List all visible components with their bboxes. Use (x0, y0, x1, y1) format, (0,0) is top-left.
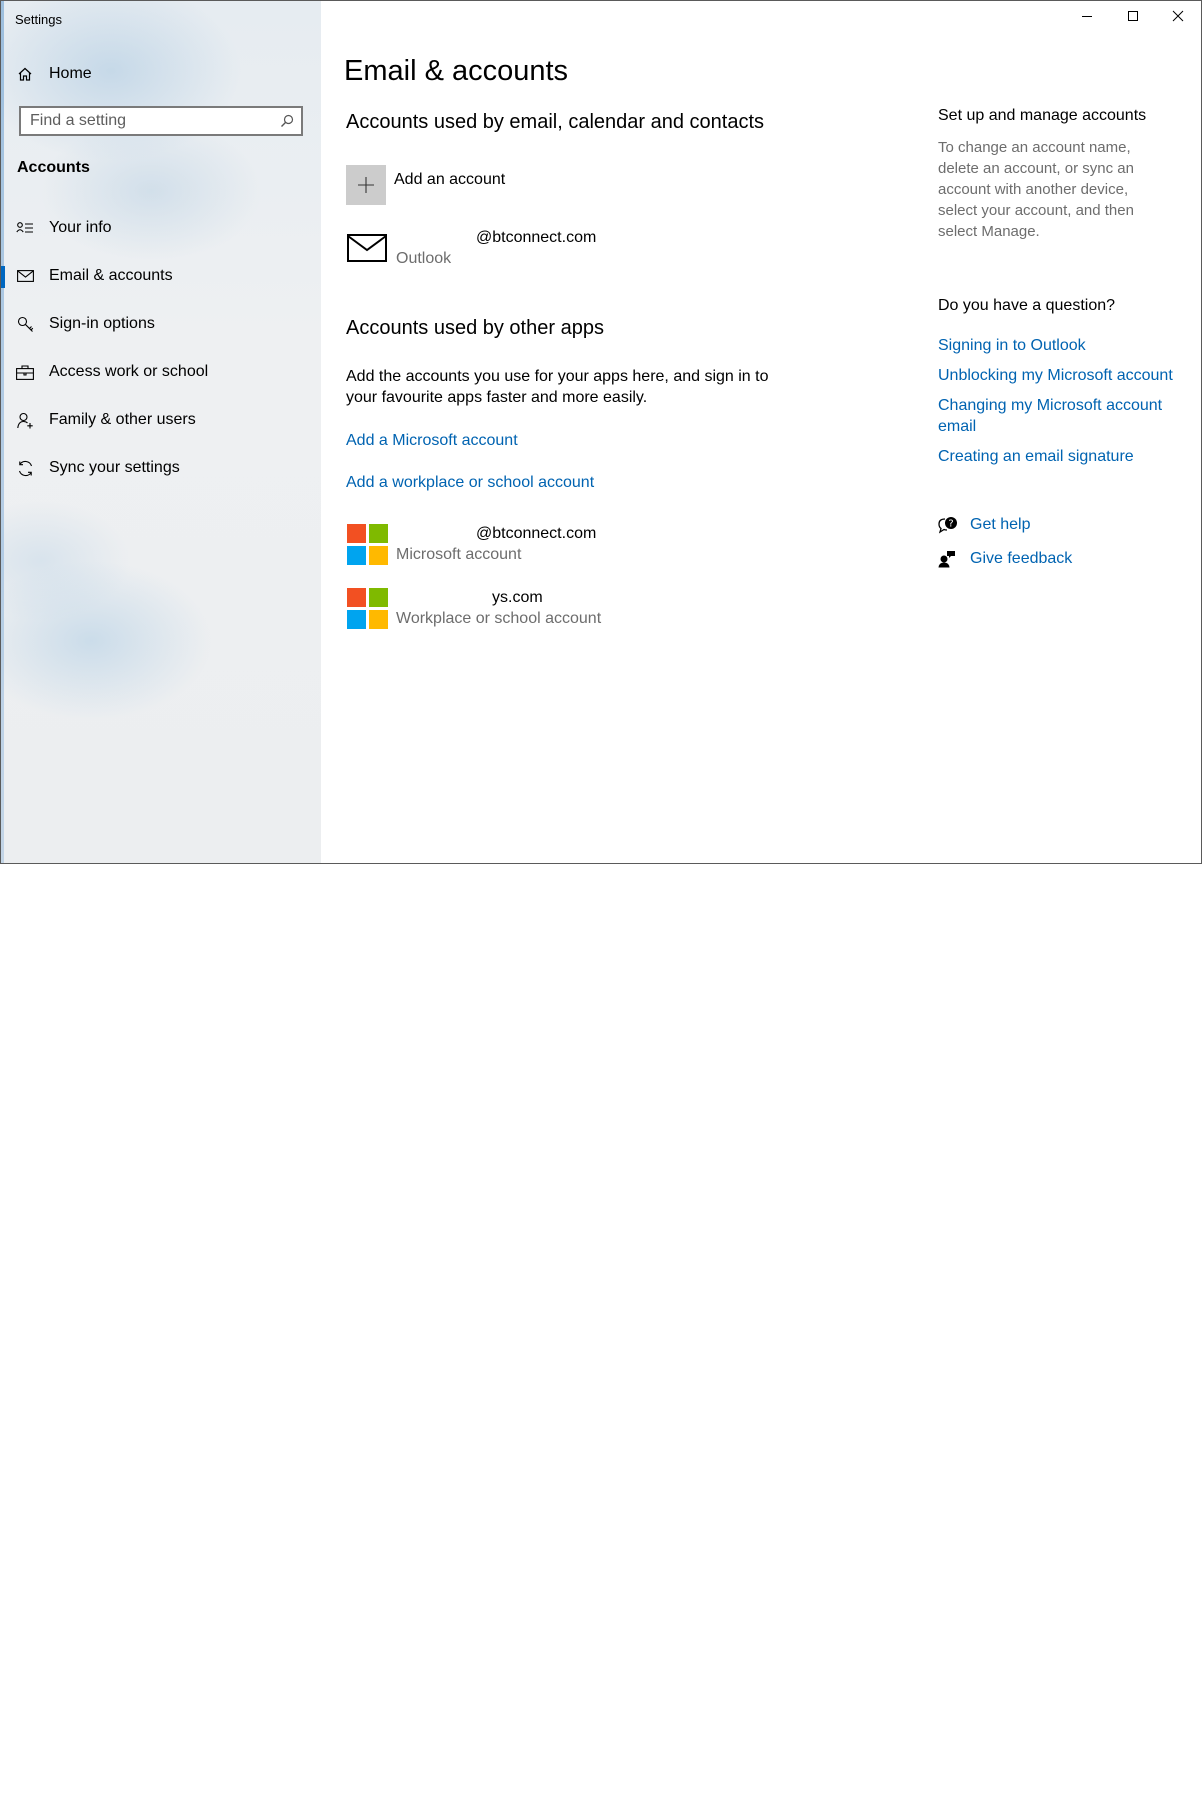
plus-icon (346, 165, 386, 205)
svg-text:?: ? (948, 519, 953, 530)
key-icon (1, 316, 49, 333)
sidebar-item-your-info[interactable]: Your info (1, 208, 321, 248)
page-title: Email & accounts (344, 55, 569, 87)
sidebar-item-email-accounts[interactable]: Email & accounts (1, 256, 321, 296)
manage-text: To change an account name, delete an acc… (938, 139, 1134, 240)
question-heading: Do you have a question? (938, 297, 1116, 314)
get-help-label: Get help (970, 516, 1031, 533)
sidebar-item-label: Sign-in options (49, 315, 155, 332)
chat-help-icon: ? (938, 516, 970, 534)
manage-heading: Set up and manage accounts (938, 107, 1147, 124)
nav-home[interactable]: Home (1, 54, 321, 94)
email-section-heading: Accounts used by email, calendar and con… (346, 111, 765, 133)
settings-window: Settings Home Accounts Your info Email (0, 0, 1202, 864)
account-email: ys.com (492, 589, 543, 606)
account-type: Workplace or school account (396, 610, 602, 627)
account-email: @btconnect.com (476, 229, 597, 246)
sidebar: Settings Home Accounts Your info Email (1, 1, 321, 863)
briefcase-icon (1, 364, 49, 380)
sidebar-item-access-work-school[interactable]: Access work or school (1, 352, 321, 392)
email-account-outlook[interactable]: @btconnect.com Outlook (346, 227, 596, 269)
give-feedback-label: Give feedback (970, 550, 1073, 567)
add-account-label: Add an account (394, 171, 506, 188)
sidebar-item-label: Email & accounts (49, 267, 173, 284)
account-type: Outlook (396, 250, 452, 267)
help-link-signing-in[interactable]: Signing in to Outlook (938, 335, 1188, 356)
feedback-icon (938, 550, 970, 568)
redacted-text (396, 231, 476, 245)
help-link-unblocking[interactable]: Unblocking my Microsoft account (938, 365, 1188, 386)
microsoft-account-row[interactable]: @btconnect.com Microsoft account (346, 523, 596, 565)
add-microsoft-account-link[interactable]: Add a Microsoft account (346, 432, 518, 450)
sidebar-item-sign-in-options[interactable]: Sign-in options (1, 304, 321, 344)
search-input[interactable] (21, 111, 273, 131)
account-email: @btconnect.com (476, 525, 597, 542)
apps-section-description: Add the accounts you use for your apps h… (346, 368, 769, 406)
microsoft-logo-icon (346, 587, 388, 629)
sidebar-item-label: Access work or school (49, 363, 209, 380)
home-icon (1, 66, 49, 82)
contact-info-icon (1, 221, 49, 235)
redacted-text (396, 591, 492, 605)
help-link-changing-email[interactable]: Changing my Microsoft account email (938, 395, 1178, 437)
add-workplace-account-link[interactable]: Add a workplace or school account (346, 474, 594, 492)
main-content: Email & accounts Accounts used by email,… (322, 1, 1201, 863)
sidebar-item-sync-settings[interactable]: Sync your settings (1, 448, 321, 488)
get-help-link[interactable]: ? Get help (938, 516, 1030, 534)
nav-home-label: Home (49, 65, 92, 82)
account-type: Microsoft account (396, 546, 522, 563)
add-person-icon (1, 412, 49, 429)
add-account-button[interactable]: Add an account (346, 165, 505, 205)
help-link-email-signature[interactable]: Creating an email signature (938, 446, 1188, 467)
search-box[interactable] (19, 106, 303, 136)
mail-icon (346, 227, 388, 269)
app-title: Settings (15, 12, 62, 27)
sidebar-item-label: Family & other users (49, 411, 196, 428)
section-label: Accounts (17, 159, 90, 176)
sync-icon (1, 460, 49, 477)
redacted-text (396, 527, 476, 541)
sidebar-item-family-other-users[interactable]: Family & other users (1, 400, 321, 440)
apps-section-heading: Accounts used by other apps (346, 317, 604, 339)
workplace-account-row[interactable]: ys.com Workplace or school account (346, 587, 601, 629)
search-icon[interactable] (273, 114, 301, 128)
microsoft-logo-icon (346, 523, 388, 565)
sidebar-item-label: Sync your settings (49, 459, 180, 476)
sidebar-item-label: Your info (49, 219, 112, 236)
give-feedback-link[interactable]: Give feedback (938, 550, 1072, 568)
mail-icon (1, 270, 49, 282)
